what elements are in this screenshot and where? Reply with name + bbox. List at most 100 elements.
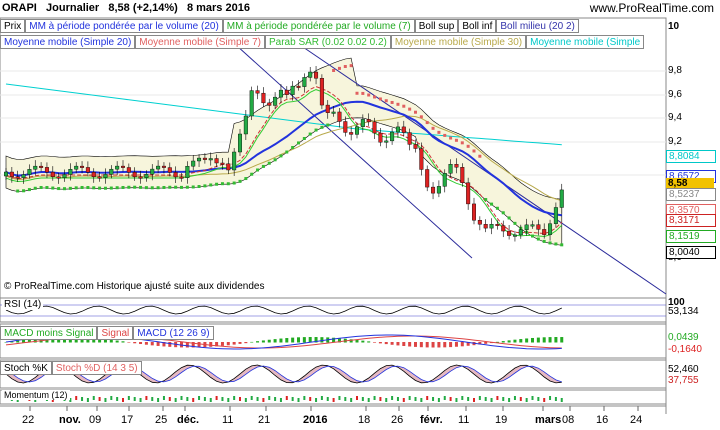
macd-bar (156, 342, 160, 346)
momentum-bar (92, 396, 95, 400)
x-axis-ticks (29, 406, 639, 411)
candle-body (62, 174, 67, 179)
momentum-bar (432, 397, 435, 401)
momentum-bar (385, 398, 388, 402)
sar-dot (332, 68, 336, 72)
candle-body (419, 148, 424, 170)
macd-bar (302, 337, 306, 343)
sar-dot (139, 185, 143, 189)
macd-bar (320, 337, 324, 343)
sar-dot (396, 102, 400, 106)
candle-body (214, 158, 219, 164)
sar-dot (443, 133, 447, 137)
candle-body (314, 71, 319, 79)
legend-boll-mid[interactable]: Boll milieu (20 2) (496, 19, 579, 33)
momentum-bar (133, 397, 136, 401)
momentum-bar (69, 398, 72, 402)
momentum-bar (560, 398, 563, 402)
sar-dot (419, 115, 423, 119)
sar-dot (162, 185, 166, 189)
momentum-bar (490, 398, 493, 402)
legend-sma-extra[interactable]: Moyenne mobile (Simple (526, 35, 645, 49)
sar-dot (127, 185, 131, 189)
macd-legend-signal[interactable]: Signal (97, 326, 134, 340)
legend-vwma20[interactable]: MM à période pondérée par le volume (20) (25, 19, 223, 33)
momentum-bar (373, 396, 376, 400)
stoch-legend-d[interactable]: Stoch %D (14 3 5) (51, 361, 142, 375)
macd-bar (285, 338, 289, 343)
x-axis-label: 21 (258, 414, 271, 426)
x-axis-label: 17 (121, 414, 134, 426)
candle-body (302, 77, 307, 87)
candle-body (226, 163, 231, 171)
legend-boll-sup[interactable]: Boll sup (414, 19, 459, 33)
momentum-bar (81, 397, 84, 401)
legend-boll-inf[interactable]: Boll inf (458, 19, 497, 33)
rsi-label[interactable]: RSI (14) (2, 299, 44, 310)
candle-body (156, 165, 161, 170)
candle-body (208, 158, 213, 161)
legend-row-1: Prix MM à période pondérée par le volume… (0, 19, 579, 33)
macd-bar (437, 342, 441, 348)
candle-body (390, 131, 395, 142)
sar-dot (425, 121, 429, 125)
candle-body (548, 223, 553, 235)
sar-dot (203, 184, 207, 188)
momentum-label[interactable]: Momentum (12) (2, 390, 70, 400)
macd-bar (390, 342, 394, 345)
macd-bar (244, 342, 248, 344)
sar-dot (74, 186, 78, 190)
legend-vwma7[interactable]: MM à période pondérée par le volume (7) (222, 19, 415, 33)
legend-sar[interactable]: Parab SAR (0.02 0.02 0.2) (265, 35, 391, 49)
macd-bar (554, 337, 558, 343)
candle-body (343, 121, 348, 133)
momentum-bar (98, 397, 101, 401)
macd-hist-value: 0,0439 (668, 332, 699, 343)
sar-dot (191, 185, 195, 189)
momentum-bar (519, 397, 522, 401)
macd-bar (127, 342, 131, 343)
sar-dot (185, 185, 189, 189)
candle-body (395, 126, 400, 133)
prorealtime-chart-window: ORAPI Journalier 8,58 (+2,14%) 8 mars 20… (0, 0, 720, 430)
legend-sma7[interactable]: Moyenne mobile (Simple 7) (135, 35, 265, 49)
candle-body (460, 167, 465, 183)
macd-bar (220, 342, 224, 346)
sar-dot (133, 185, 137, 189)
legend-sma30[interactable]: Moyenne mobile (Simple 30) (390, 35, 527, 49)
candle-body (220, 162, 225, 165)
x-axis-label: 26 (391, 414, 404, 426)
candle-body (109, 168, 114, 175)
macd-bar (273, 339, 277, 343)
momentum-bar (291, 397, 294, 401)
momentum-bar (198, 396, 201, 400)
sar-dot (343, 65, 347, 69)
candle-body (50, 171, 55, 177)
sar-dot (168, 185, 172, 189)
bollinger-band-fill (5, 57, 563, 246)
macd-bar (361, 340, 365, 343)
candle-body (56, 176, 61, 179)
macd-legend-hist[interactable]: MACD moins Signal (0, 326, 98, 340)
price-tick-label: 9,2 (668, 136, 682, 147)
sar-dot (291, 145, 295, 149)
macd-bar (209, 342, 213, 347)
sar-dot (337, 66, 341, 70)
sar-dot (226, 182, 230, 186)
candle-body (44, 167, 49, 173)
macd-legend-macd[interactable]: MACD (12 26 9) (133, 326, 214, 340)
x-axis-label: déc. (177, 414, 200, 426)
legend-prix[interactable]: Prix (0, 19, 26, 33)
legend-sma20[interactable]: Moyenne mobile (Simple 20) (0, 35, 136, 49)
sar-dot (57, 187, 61, 191)
sar-dot (220, 182, 224, 186)
momentum-bar (467, 397, 470, 401)
sar-dot (542, 239, 546, 243)
sar-dot (267, 161, 271, 165)
momentum-bar (256, 397, 259, 401)
momentum-bar (455, 398, 458, 402)
candle-body (191, 160, 196, 167)
stoch-legend-k[interactable]: Stoch %K (0, 361, 52, 375)
momentum-bar (127, 396, 130, 400)
momentum-bar (537, 397, 540, 401)
